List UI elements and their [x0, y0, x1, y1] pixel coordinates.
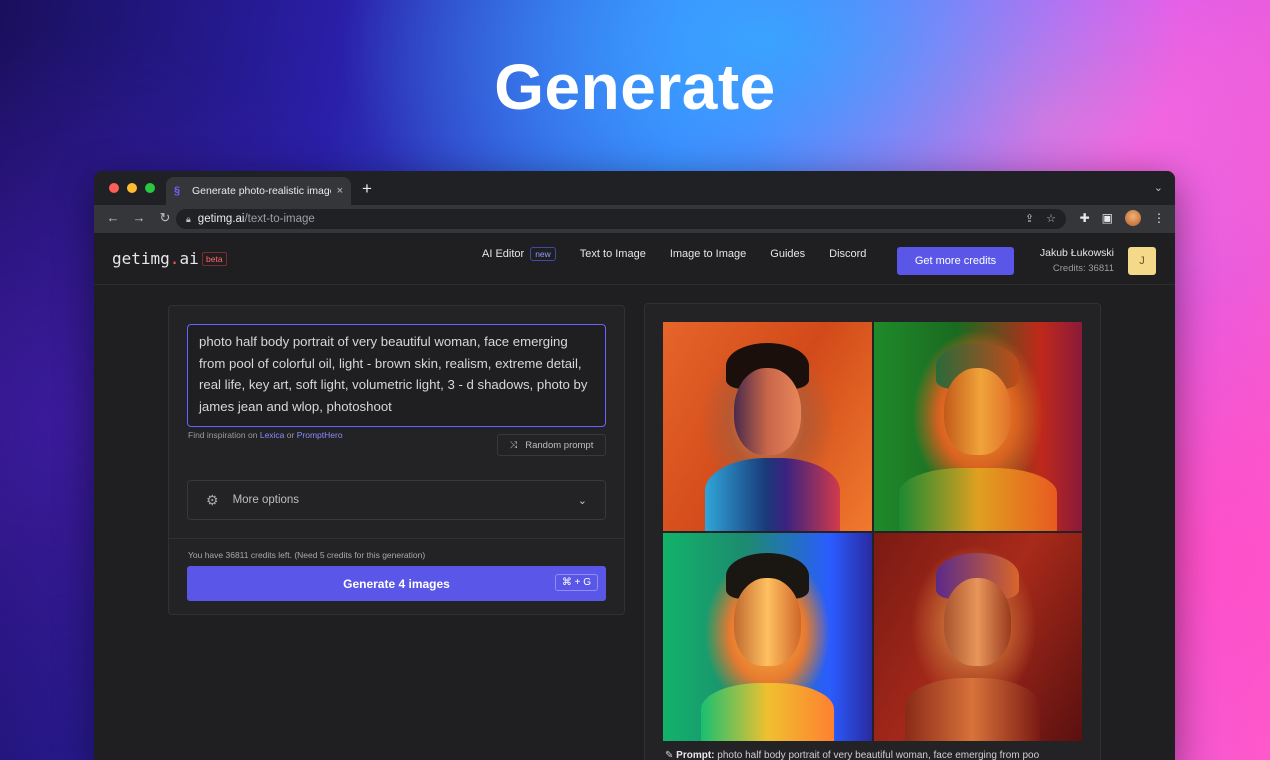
kebab-menu-icon[interactable]: ⋮ [1153, 211, 1165, 225]
reload-icon[interactable]: ↻ [152, 210, 178, 226]
more-options-label: More options [232, 494, 300, 506]
generated-image[interactable] [873, 532, 1082, 741]
inspire-or: or [286, 430, 295, 440]
nav-guides[interactable]: Guides [770, 248, 805, 260]
get-more-credits-button[interactable]: Get more credits [897, 247, 1014, 275]
prompt-input[interactable]: photo half body portrait of very beautif… [187, 324, 606, 427]
user-name: Jakub Łukowski [1039, 247, 1114, 259]
share-icon[interactable]: ⇪ [1025, 212, 1034, 225]
generated-image[interactable] [663, 532, 872, 741]
address-bar[interactable]: 🔒︎ getimg.ai/text-to-image ⇪ ☆ [176, 209, 1066, 229]
logo-dot: . [169, 249, 180, 268]
image-grid [663, 322, 1082, 741]
tab-close-icon[interactable]: × [337, 185, 343, 197]
profile-avatar[interactable] [1125, 210, 1141, 226]
logo[interactable]: getimg.ai [112, 249, 199, 268]
arrow-left-icon[interactable]: ← [100, 210, 126, 226]
prompt-caption: ✎ Prompt: photo half body portrait of ve… [665, 750, 1084, 760]
app-header: getimg.ai beta AI Editor new Text to Ima… [94, 233, 1175, 285]
generate-label: Generate 4 images [343, 576, 450, 591]
new-tab-button[interactable]: + [362, 179, 372, 199]
random-prompt-button[interactable]: ⤨ Random prompt [497, 434, 606, 456]
inspire-prefix: Find inspiration on [188, 430, 258, 440]
puzzle-icon[interactable]: ✚ [1080, 211, 1090, 225]
generated-image[interactable] [873, 322, 1082, 531]
generated-image[interactable] [663, 322, 872, 531]
url-host: getimg.ai [197, 213, 245, 225]
logo-suffix: ai [179, 249, 199, 268]
keyboard-shortcut: ⌘ + G [554, 574, 598, 591]
lock-icon: 🔒︎ [186, 213, 191, 224]
random-prompt-label: Random prompt [525, 439, 594, 451]
tab-bar: § Generate photo-realistic image × + ⌄ [94, 171, 1175, 205]
more-options-toggle[interactable]: ⚙ More options ⌄ [187, 480, 606, 520]
caption-text: photo half body portrait of very beautif… [717, 750, 1040, 760]
star-icon[interactable]: ☆ [1046, 212, 1056, 225]
generate-button[interactable]: Generate 4 images ⌘ + G [187, 566, 606, 601]
logo-prefix: getimg [112, 249, 170, 268]
browser-toolbar: ← → ↻ 🔒︎ getimg.ai/text-to-image ⇪ ☆ ✚ ▣… [94, 205, 1175, 233]
tab-title: Generate photo-realistic image [192, 185, 331, 197]
user-info: Jakub Łukowski Credits: 36811 [1022, 247, 1114, 274]
gear-icon: ⚙ [206, 491, 219, 508]
beta-badge: beta [202, 252, 227, 266]
credits-note: You have 36811 credits left. (Need 5 cre… [188, 550, 426, 560]
inspiration-links: Find inspiration on Lexica or PromptHero [188, 430, 343, 440]
tab-search-chevron-icon[interactable]: ⌄ [1154, 181, 1163, 194]
shuffle-icon: ⤨ [509, 439, 518, 451]
nav-text-to-image[interactable]: Text to Image [580, 248, 646, 260]
generation-form: photo half body portrait of very beautif… [168, 305, 625, 615]
maximize-window-button[interactable] [145, 183, 155, 193]
window-controls [109, 183, 155, 193]
divider [169, 538, 624, 539]
nav-image-to-image[interactable]: Image to Image [670, 248, 746, 260]
arrow-right-icon[interactable]: → [126, 210, 152, 226]
user-avatar[interactable]: J [1128, 247, 1156, 275]
hero-title: Generate [494, 51, 776, 123]
nav-ai-editor[interactable]: AI Editor new [482, 247, 556, 261]
close-window-button[interactable] [109, 183, 119, 193]
results-panel: ✎ Prompt: photo half body portrait of ve… [644, 303, 1101, 760]
nav-discord[interactable]: Discord [829, 248, 866, 260]
url-path: /text-to-image [244, 213, 315, 225]
chevron-down-icon: ⌄ [577, 494, 587, 507]
nav-ai-editor-label: AI Editor [482, 248, 525, 260]
pencil-icon: ✎ [665, 750, 677, 760]
browser-window: § Generate photo-realistic image × + ⌄ ←… [94, 171, 1175, 760]
user-credits: Credits: 36811 [1052, 263, 1114, 274]
new-badge: new [530, 247, 556, 261]
sidebar-icon[interactable]: ▣ [1102, 211, 1113, 225]
caption-label: Prompt: [676, 750, 715, 760]
lexica-link[interactable]: Lexica [260, 430, 285, 440]
favicon-icon: § [174, 185, 181, 197]
main-nav: AI Editor new Text to Image Image to Ima… [482, 247, 890, 261]
minimize-window-button[interactable] [127, 183, 137, 193]
browser-tab[interactable]: § Generate photo-realistic image × [166, 177, 351, 205]
prompthero-link[interactable]: PromptHero [297, 430, 343, 440]
